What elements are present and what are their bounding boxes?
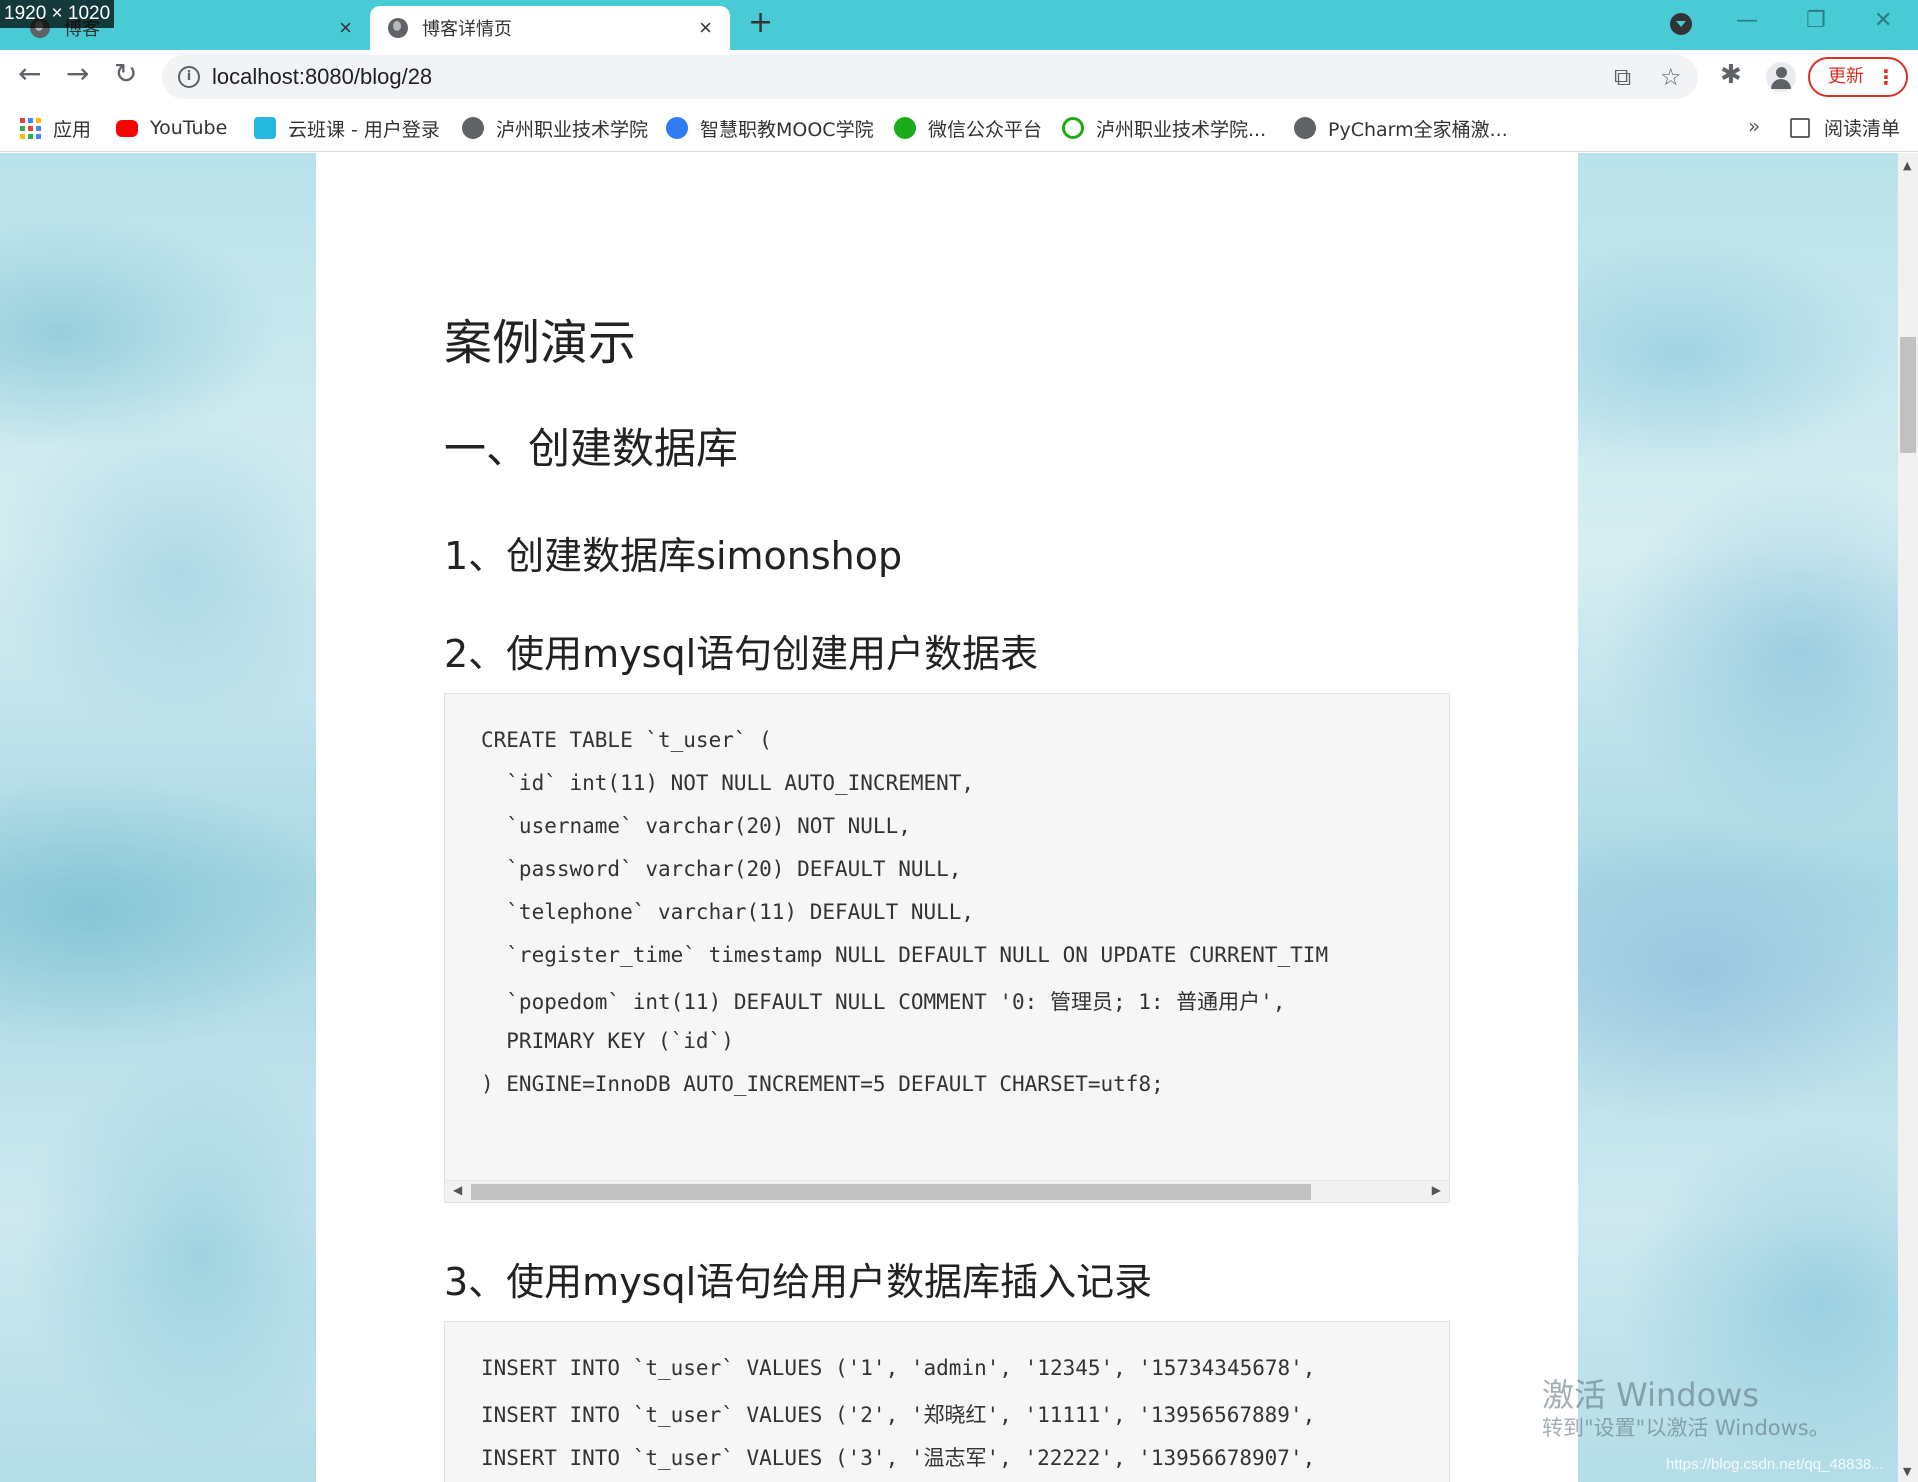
code-block-insert[interactable]: INSERT INTO `t_user` VALUES ('1', 'admin… <box>444 1321 1450 1482</box>
back-icon[interactable]: ← <box>18 60 41 88</box>
globe-icon <box>388 18 408 38</box>
code-block-create-table[interactable]: CREATE TABLE `t_user` ( `id` int(11) NOT… <box>444 693 1450 1203</box>
globe-icon <box>1294 117 1316 139</box>
bookmark-mooc[interactable]: 智慧职教MOOC学院 <box>666 114 874 142</box>
source-url-watermark: https://blog.csdn.net/qq_48838... <box>1666 1456 1884 1473</box>
menu-dots-icon: ⋮ <box>1876 65 1896 89</box>
bookmark-label: PyCharm全家桶激... <box>1328 118 1508 141</box>
bookmark-label: 云班课 - 用户登录 <box>288 118 440 141</box>
screen-size-label: 1920 × 1020 <box>0 0 115 28</box>
bookmark-label: 泸州职业技术学院... <box>1096 118 1267 141</box>
bookmarks-more-icon[interactable]: » <box>1748 114 1760 138</box>
apps-grid-icon <box>20 117 41 139</box>
bookmark-lzy-1[interactable]: 泸州职业技术学院 <box>462 114 648 142</box>
translate-icon[interactable]: ⧉ <box>1614 63 1631 91</box>
bookmark-lzy-2[interactable]: 泸州职业技术学院... <box>1062 114 1266 142</box>
scroll-down-icon[interactable]: ▼ <box>1903 1465 1911 1478</box>
tab-title: 博客详情页 <box>422 19 512 39</box>
browser-toolbar: ← → ↻ i localhost:8080/blog/28 ⧉ ☆ ✱ 更新 … <box>0 50 1918 104</box>
tab-strip: 1920 × 1020 博客 × 博客详情页 × + — ❐ ✕ <box>0 0 1918 50</box>
bookmark-label: 智慧职教MOOC学院 <box>700 118 874 141</box>
code-line: `popedom` int(11) DEFAULT NULL COMMENT '… <box>481 990 1286 1014</box>
step-heading-2: 2、使用mysql语句创建用户数据表 <box>444 632 1039 676</box>
activation-watermark-title: 激活 Windows <box>1542 1376 1760 1414</box>
url-text[interactable]: localhost:8080/blog/28 <box>212 55 432 99</box>
cloud-class-icon <box>254 117 276 139</box>
step-heading-3: 3、使用mysql语句给用户数据库插入记录 <box>444 1260 1153 1304</box>
restore-icon[interactable]: ❐ <box>1806 8 1826 33</box>
reading-list-icon <box>1790 117 1810 138</box>
scrollbar-thumb[interactable] <box>1900 337 1916 453</box>
close-icon[interactable]: × <box>699 17 712 39</box>
code-line: INSERT INTO `t_user` VALUES ('2', '郑晓红',… <box>481 1403 1316 1427</box>
bookmark-label: 泸州职业技术学院 <box>496 118 649 141</box>
code-line: ) ENGINE=InnoDB AUTO_INCREMENT=5 DEFAULT… <box>481 1072 1164 1096</box>
activation-watermark-subtitle: 转到"设置"以激活 Windows。 <box>1542 1416 1830 1440</box>
close-icon[interactable]: × <box>339 17 352 39</box>
bookmarks-bar: 应用 YouTube 云班课 - 用户登录 泸州职业技术学院 智慧职教MOOC学… <box>0 104 1918 152</box>
code-line: `id` int(11) NOT NULL AUTO_INCREMENT, <box>481 771 975 795</box>
reload-icon[interactable]: ↻ <box>114 60 137 88</box>
page-vertical-scrollbar[interactable]: ▲ ▼ <box>1898 153 1918 1482</box>
update-button[interactable]: 更新 ⋮ <box>1808 57 1908 97</box>
wechat-icon <box>894 117 916 139</box>
bookmark-apps[interactable]: 应用 <box>20 114 91 142</box>
lzy-icon <box>1062 117 1084 139</box>
mooc-icon <box>666 117 688 139</box>
youtube-icon <box>116 119 138 137</box>
step-heading-1: 1、创建数据库simonshop <box>444 534 903 578</box>
address-bar[interactable]: i localhost:8080/blog/28 ⧉ ☆ <box>162 55 1698 99</box>
profile-avatar[interactable] <box>1766 62 1796 92</box>
bookmark-label: 应用 <box>53 118 92 141</box>
code-line: `telephone` varchar(11) DEFAULT NULL, <box>481 900 975 924</box>
bookmark-label: 微信公众平台 <box>928 118 1043 141</box>
forward-icon[interactable]: → <box>66 60 89 88</box>
code-line: `register_time` timestamp NULL DEFAULT N… <box>481 943 1329 967</box>
scroll-right-icon[interactable]: ▶ <box>1432 1183 1441 1197</box>
scroll-up-icon[interactable]: ▲ <box>1903 159 1911 172</box>
section-heading: 一、创建数据库 <box>444 424 739 473</box>
code-line: CREATE TABLE `t_user` ( <box>481 728 772 752</box>
reading-list[interactable]: 阅读清单 <box>1790 114 1900 141</box>
bookmark-youtube[interactable]: YouTube <box>116 114 227 142</box>
tab-blog-detail[interactable]: 博客详情页 × <box>370 6 730 50</box>
extensions-icon[interactable]: ✱ <box>1720 62 1742 88</box>
code-line: INSERT INTO `t_user` VALUES ('3', '温志军',… <box>481 1446 1316 1470</box>
article-panel: 案例演示 一、创建数据库 1、创建数据库simonshop 2、使用mysql语… <box>316 153 1578 1482</box>
bookmark-cloud-class[interactable]: 云班课 - 用户登录 <box>254 114 440 142</box>
minimize-icon[interactable]: — <box>1736 8 1758 33</box>
scroll-left-icon[interactable]: ◀ <box>453 1183 462 1197</box>
code-line: INSERT INTO `t_user` VALUES ('1', 'admin… <box>481 1356 1316 1380</box>
code-line: `password` varchar(20) DEFAULT NULL, <box>481 857 962 881</box>
code-line: PRIMARY KEY (`id`) <box>481 1029 734 1053</box>
bookmark-label: YouTube <box>150 117 228 139</box>
bookmark-wechat[interactable]: 微信公众平台 <box>894 114 1042 142</box>
globe-icon <box>462 117 484 139</box>
window-close-icon[interactable]: ✕ <box>1874 8 1892 33</box>
update-label: 更新 <box>1828 66 1864 87</box>
new-tab-button[interactable]: + <box>748 8 773 38</box>
reading-list-label: 阅读清单 <box>1824 118 1901 140</box>
code-horizontal-scrollbar[interactable]: ◀ ▶ <box>445 1180 1449 1202</box>
tab-search-icon[interactable] <box>1670 13 1692 35</box>
bookmark-star-icon[interactable]: ☆ <box>1660 63 1682 91</box>
page-viewport: 案例演示 一、创建数据库 1、创建数据库simonshop 2、使用mysql语… <box>0 153 1898 1482</box>
code-line: `username` varchar(20) NOT NULL, <box>481 814 911 838</box>
bookmark-pycharm[interactable]: PyCharm全家桶激... <box>1294 114 1508 142</box>
site-info-icon[interactable]: i <box>178 66 200 88</box>
scrollbar-thumb[interactable] <box>471 1184 1311 1200</box>
article-title: 案例演示 <box>444 315 637 371</box>
